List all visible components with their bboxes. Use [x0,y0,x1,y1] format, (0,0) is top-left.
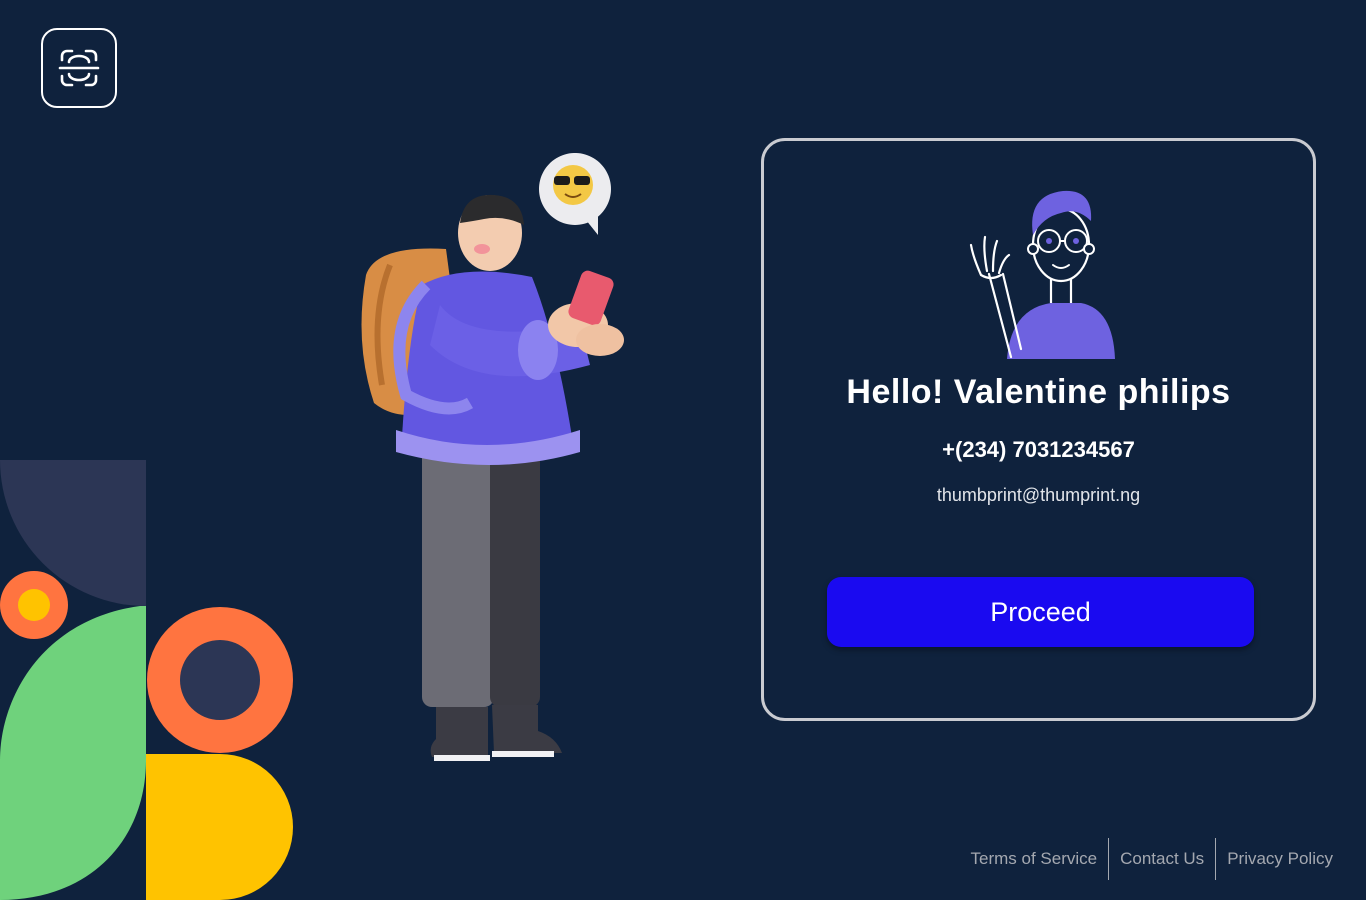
terms-of-service-link[interactable]: Terms of Service [960,849,1109,869]
green-leaf-shape [0,606,146,900]
phone-number: +(234) 7031234567 [942,437,1135,462]
footer-nav: Terms of Service Contact Us Privacy Poli… [960,838,1345,880]
decorative-shapes [0,460,293,900]
page: Hello! Valentine philips +(234) 70312345… [0,0,1366,900]
contact-us-link[interactable]: Contact Us [1109,849,1215,869]
yellow-half-shape [146,754,293,900]
face-scan-icon [58,49,100,87]
privacy-policy-link[interactable]: Privacy Policy [1216,849,1344,869]
proceed-button[interactable]: Proceed [827,577,1254,647]
waving-person-icon [969,190,1115,359]
yellow-dot [18,589,50,621]
greeting-title: Hello! Valentine philips [846,373,1231,411]
speech-bubble-icon [539,153,611,235]
person-with-phone-illustration [361,153,624,761]
app-logo[interactable] [41,28,117,108]
email-address: thumbprint@thumprint.ng [936,485,1141,505]
profile-card: Hello! Valentine philips +(234) 70312345… [761,138,1316,721]
orange-ring-hole [180,640,260,720]
